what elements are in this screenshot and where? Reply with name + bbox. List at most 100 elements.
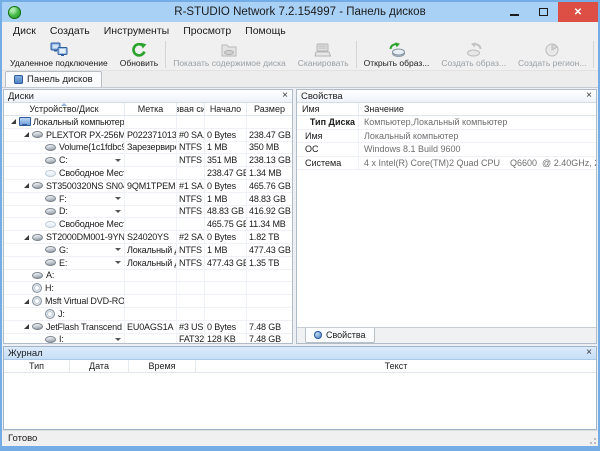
table-row[interactable]: Свободное Место22238.47 GB1.34 MB — [4, 167, 292, 180]
device-name: A: — [46, 270, 54, 280]
properties-tab-label: Свойства — [326, 330, 366, 340]
properties-column-header: Имя Значение — [297, 103, 596, 116]
table-row[interactable]: G:Локальный д...NTFS1 MB477.43 GB — [4, 244, 292, 257]
table-row[interactable]: C:NTFS351 MB238.13 GB — [4, 154, 292, 167]
expander[interactable] — [21, 299, 32, 304]
chevron-down-icon[interactable] — [115, 159, 121, 162]
size-cell: 477.43 GB — [246, 244, 292, 256]
column-header[interactable]: Размер — [246, 103, 292, 115]
properties-panel-title: Свойства — [301, 91, 343, 102]
property-name: ОС — [297, 143, 358, 156]
property-name: Имя — [297, 130, 358, 143]
log-column-header[interactable]: Дата — [70, 360, 129, 372]
column-value[interactable]: Значение — [358, 103, 596, 115]
minimize-button[interactable] — [500, 2, 529, 22]
chevron-down-icon[interactable] — [115, 248, 121, 251]
table-row[interactable]: ST2000DM001-9YN164 ...S24020YS#2 SA...0 … — [4, 231, 292, 244]
table-row[interactable]: F:NTFS1 MB48.83 GB — [4, 193, 292, 206]
expander[interactable] — [21, 324, 32, 329]
start-cell — [204, 295, 246, 307]
table-row[interactable]: Volume{1c1fdbc9-7...Зарезервиров...NTFS1… — [4, 142, 292, 155]
chevron-down-icon[interactable] — [115, 338, 121, 341]
tab-properties[interactable]: Свойства — [305, 328, 375, 343]
toolbar-button[interactable]: Удаленное подключение — [4, 40, 114, 70]
disks-tree: Локальный компьютерPLEXTOR PX-256M5Pro .… — [4, 116, 292, 343]
table-row[interactable]: Msft Virtual DVD-ROM 1.0 — [4, 295, 292, 308]
size-cell: 416.92 GB — [246, 206, 292, 218]
table-row[interactable]: A: — [4, 270, 292, 283]
column-header[interactable]: Устройство/Диск — [4, 103, 124, 115]
table-row[interactable]: JetFlash Transcend 8GB ...EU0AGS1A#3 US.… — [4, 321, 292, 334]
label-cell — [124, 270, 176, 282]
filesystem-cell: FAT32 — [176, 334, 204, 343]
device-name: ST2000DM001-9YN164 ... — [46, 232, 124, 242]
chevron-down-icon[interactable] — [115, 197, 121, 200]
device-name: PLEXTOR PX-256M5Pro ... — [46, 130, 124, 140]
resize-grip[interactable] — [587, 435, 596, 444]
table-row[interactable]: Свободное Место25465.75 GB11.34 MB — [4, 218, 292, 231]
log-column-header[interactable]: Время — [129, 360, 196, 372]
table-row[interactable]: ST3500320NS SN049QM1TPEM#1 SA...0 Bytes4… — [4, 180, 292, 193]
expander[interactable] — [8, 119, 19, 124]
menu-item[interactable]: Помощь — [238, 23, 293, 39]
maximize-button[interactable] — [529, 2, 558, 22]
create-region-icon — [544, 41, 560, 58]
label-cell: Локальный д... — [124, 244, 176, 256]
label-cell — [124, 167, 176, 179]
menu-item[interactable]: Создать — [43, 23, 97, 39]
device-name: F: — [59, 194, 67, 204]
chevron-down-icon[interactable] — [115, 261, 121, 264]
toolbar-button: Сканировать — [292, 40, 355, 70]
chevron-down-icon[interactable] — [115, 210, 121, 213]
close-icon[interactable]: × — [282, 91, 288, 101]
toolbar-button[interactable]: Создать виртуальный RAID — [595, 40, 600, 70]
toolbar-button-label: Создать образ... — [441, 58, 506, 68]
column-header[interactable]: Метка — [124, 103, 176, 115]
table-row[interactable]: H: — [4, 282, 292, 295]
log-column-header[interactable]: Тип — [4, 360, 70, 372]
start-cell: 351 MB — [204, 154, 246, 166]
table-row[interactable]: Локальный компьютер — [4, 116, 292, 129]
column-header[interactable]: звая си — [176, 103, 204, 115]
device-name: J: — [58, 309, 65, 319]
log-panel-header: Журнал × — [4, 347, 596, 360]
hdd-icon — [45, 246, 56, 253]
device-name: C: — [59, 155, 68, 165]
start-cell: 0 Bytes — [204, 321, 246, 333]
log-column-header: ТипДатаВремяТекст — [4, 360, 596, 373]
status-bar: Готово — [2, 430, 598, 446]
titlebar: R-STUDIO Network 7.2.154997 - Панель дис… — [2, 2, 598, 22]
table-row[interactable]: E:Локальный д...NTFS477.43 GB1.35 TB — [4, 257, 292, 270]
toolbar-button[interactable]: Обновить — [114, 40, 165, 70]
column-name[interactable]: Имя — [297, 103, 358, 115]
close-icon[interactable]: × — [586, 348, 592, 358]
start-cell — [204, 270, 246, 282]
hdd-icon — [32, 234, 43, 241]
close-button[interactable]: ✕ — [558, 2, 598, 22]
toolbar-button[interactable]: Открыть образ... — [358, 40, 436, 70]
column-header[interactable]: Начало — [204, 103, 246, 115]
expander[interactable] — [21, 183, 32, 188]
close-icon[interactable]: × — [586, 91, 592, 101]
property-value: 4 x Intel(R) Core(TM)2 Quad CPU Q6600 @ … — [358, 157, 596, 170]
table-row[interactable]: D:NTFS48.83 GB416.92 GB — [4, 206, 292, 219]
table-row[interactable]: PLEXTOR PX-256M5Pro ...P02237101359#0 SA… — [4, 129, 292, 142]
menu-item[interactable]: Диск — [6, 23, 43, 39]
table-row[interactable]: J: — [4, 308, 292, 321]
size-cell — [246, 270, 292, 282]
menu-item[interactable]: Просмотр — [176, 23, 238, 39]
device-name: JetFlash Transcend 8GB ... — [46, 322, 124, 332]
property-value: Windows 8.1 Build 9600 — [358, 143, 596, 156]
expander[interactable] — [21, 235, 32, 240]
device-name: Свободное Место22 — [59, 168, 124, 178]
expander[interactable] — [21, 132, 32, 137]
device-cell: Локальный компьютер — [4, 116, 124, 128]
table-row[interactable]: I:FAT32128 KB7.48 GB — [4, 334, 292, 343]
filesystem-cell: #0 SA... — [176, 129, 204, 141]
menu-item[interactable]: Инструменты — [97, 23, 176, 39]
hdd-icon — [45, 336, 56, 343]
filesystem-cell: NTFS — [176, 257, 204, 269]
toolbar-button-label: Создать регион... — [518, 58, 586, 68]
tab-disk-panel[interactable]: Панель дисков — [5, 71, 102, 87]
log-column-header[interactable]: Текст — [196, 360, 596, 372]
